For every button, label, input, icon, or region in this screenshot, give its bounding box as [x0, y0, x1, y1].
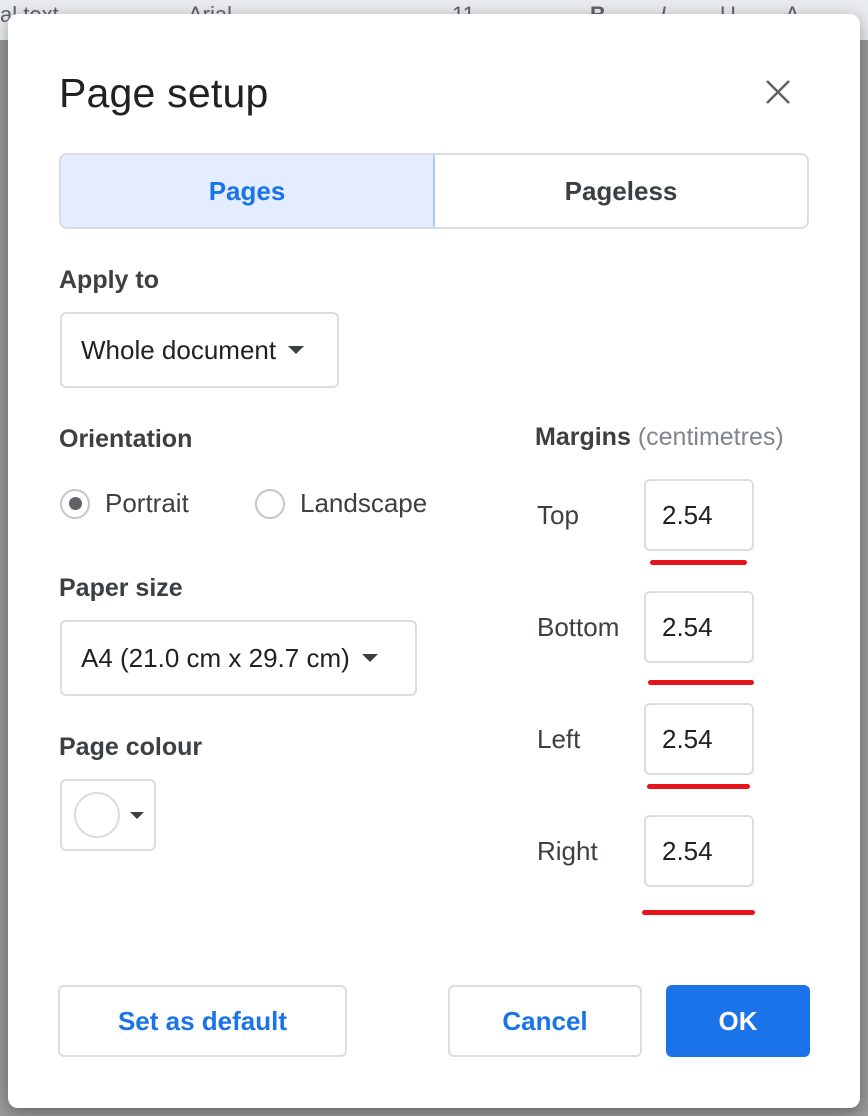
- chevron-down-icon: [288, 346, 305, 354]
- paper-size-value: A4 (21.0 cm x 29.7 cm): [81, 642, 350, 673]
- margins-label: Margins: [535, 423, 631, 451]
- annotation-underline: [647, 784, 750, 789]
- margin-right-input[interactable]: 2.54: [644, 815, 754, 887]
- page-colour-label: Page colour: [59, 733, 203, 761]
- margin-bottom-input[interactable]: 2.54: [644, 591, 754, 663]
- chevron-down-icon: [130, 811, 144, 819]
- chevron-down-icon: [361, 654, 378, 662]
- apply-to-dropdown[interactable]: Whole document: [60, 312, 339, 388]
- radio-selected-icon: [60, 488, 90, 519]
- margin-left-input[interactable]: 2.54: [644, 703, 754, 775]
- colour-swatch-icon: [74, 792, 120, 838]
- cancel-button[interactable]: Cancel: [448, 985, 642, 1057]
- orientation-landscape[interactable]: Landscape: [255, 488, 427, 519]
- annotation-underline: [650, 560, 747, 565]
- landscape-label: Landscape: [300, 488, 428, 518]
- page-setup-dialog: Page setup Pages Pageless Apply to Whole…: [8, 14, 860, 1108]
- margin-top-label: Top: [537, 500, 579, 530]
- apply-to-value: Whole document: [81, 334, 277, 365]
- annotation-underline: [648, 680, 754, 685]
- dialog-title: Page setup: [59, 70, 269, 116]
- tab-pages[interactable]: Pages: [61, 155, 435, 227]
- set-as-default-button[interactable]: Set as default: [58, 985, 347, 1057]
- paper-size-label: Paper size: [59, 574, 183, 602]
- close-button[interactable]: [758, 72, 798, 112]
- ok-button[interactable]: OK: [666, 985, 810, 1057]
- close-icon: [766, 80, 790, 104]
- page-colour-picker[interactable]: [60, 779, 156, 851]
- margins-heading: Margins (centimetres): [535, 423, 784, 452]
- margins-unit: (centimetres): [637, 423, 784, 451]
- portrait-label: Portrait: [105, 488, 189, 518]
- margin-top-input[interactable]: 2.54: [644, 479, 754, 551]
- paper-size-dropdown[interactable]: A4 (21.0 cm x 29.7 cm): [60, 620, 417, 696]
- tab-pageless[interactable]: Pageless: [435, 155, 807, 227]
- margin-right-label: Right: [537, 836, 598, 866]
- annotation-underline: [642, 910, 755, 915]
- layout-tabs: Pages Pageless: [59, 153, 809, 229]
- orientation-portrait[interactable]: Portrait: [60, 488, 189, 519]
- radio-unselected-icon: [255, 488, 285, 519]
- margin-left-label: Left: [537, 724, 581, 754]
- orientation-label: Orientation: [59, 425, 193, 453]
- apply-to-label: Apply to: [59, 266, 159, 294]
- margin-bottom-label: Bottom: [537, 612, 620, 642]
